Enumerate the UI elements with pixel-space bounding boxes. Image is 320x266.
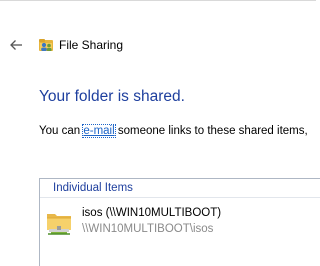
shared-heading: Your folder is shared. (39, 88, 185, 105)
message-suffix: someone links to these shared items, (114, 125, 308, 137)
window-title: File Sharing (59, 38, 124, 52)
file-sharing-icon (39, 39, 53, 51)
share-message: You can e-mail someone links to these sh… (39, 123, 308, 139)
individual-items-header: Individual Items (53, 182, 133, 194)
back-arrow-icon (10, 40, 22, 50)
group-header-divider (40, 197, 320, 198)
file-sharing-window: File Sharing Your folder is shared. You … (0, 0, 320, 266)
shared-item-path: \\WIN10MULTIBOOT\isos (82, 223, 214, 235)
shared-folder-icon (47, 214, 71, 235)
message-prefix: You can (39, 125, 84, 137)
window-top-border (0, 0, 316, 1)
shared-item-name: isos (\\WIN10MULTIBOOT) (82, 207, 222, 219)
shared-item-row[interactable]: isos (\\WIN10MULTIBOOT) \\WIN10MULTIBOOT… (45, 206, 320, 242)
back-button[interactable] (6, 35, 26, 55)
individual-items-group: Individual Items isos (\\WIN10MULTIBOOT)… (39, 178, 320, 266)
email-link[interactable]: e-mail (82, 124, 116, 138)
